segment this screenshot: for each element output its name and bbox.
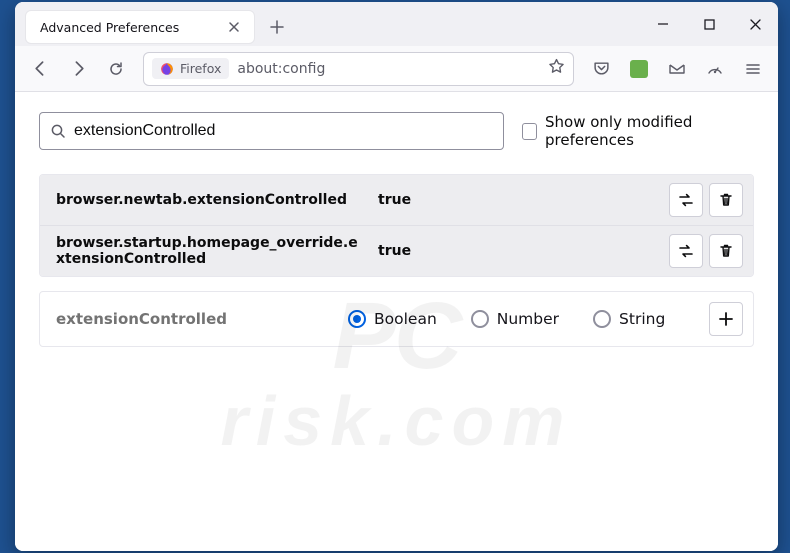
radio-label: Number bbox=[497, 310, 559, 328]
about-config-content: Show only modified preferences browser.n… bbox=[15, 92, 778, 551]
toggle-button[interactable] bbox=[669, 183, 703, 217]
radio-icon bbox=[348, 310, 366, 328]
tab-title: Advanced Preferences bbox=[40, 20, 216, 35]
search-row: Show only modified preferences bbox=[39, 112, 754, 150]
search-input-wrapper[interactable] bbox=[39, 112, 504, 150]
reload-button[interactable] bbox=[99, 52, 133, 86]
bookmark-star-icon[interactable] bbox=[548, 58, 565, 79]
search-input[interactable] bbox=[74, 122, 493, 140]
toggle-icon bbox=[677, 242, 695, 260]
radio-label: Boolean bbox=[374, 310, 437, 328]
checkbox-icon bbox=[522, 123, 537, 140]
add-pref-row: extensionControlled Boolean Number Strin… bbox=[39, 291, 754, 347]
toggle-icon bbox=[677, 191, 695, 209]
plus-icon bbox=[718, 311, 734, 327]
new-tab-button[interactable] bbox=[261, 11, 293, 43]
pocket-button[interactable] bbox=[584, 52, 618, 86]
modified-only-label: Show only modified preferences bbox=[545, 113, 754, 149]
extension-button[interactable] bbox=[622, 52, 656, 86]
close-tab-icon[interactable] bbox=[224, 17, 244, 37]
app-menu-button[interactable] bbox=[736, 52, 770, 86]
type-radio-group: Boolean Number String bbox=[348, 310, 697, 328]
back-button[interactable] bbox=[23, 52, 57, 86]
type-number-radio[interactable]: Number bbox=[471, 310, 559, 328]
forward-button[interactable] bbox=[61, 52, 95, 86]
maximize-button[interactable] bbox=[686, 4, 732, 44]
inbox-button[interactable] bbox=[660, 52, 694, 86]
add-pref-button[interactable] bbox=[709, 302, 743, 336]
toggle-button[interactable] bbox=[669, 234, 703, 268]
close-window-button[interactable] bbox=[732, 4, 778, 44]
modified-only-checkbox[interactable]: Show only modified preferences bbox=[522, 113, 754, 149]
url-text: about:config bbox=[237, 61, 540, 77]
pref-value: true bbox=[378, 192, 657, 208]
pref-list: browser.newtab.extensionControlled true … bbox=[39, 174, 754, 277]
dashboard-button[interactable] bbox=[698, 52, 732, 86]
pref-name: browser.newtab.extensionControlled bbox=[56, 192, 366, 208]
pref-row[interactable]: browser.startup.homepage_override.extens… bbox=[40, 225, 753, 276]
search-icon bbox=[50, 123, 66, 139]
radio-icon bbox=[593, 310, 611, 328]
minimize-button[interactable] bbox=[640, 4, 686, 44]
nav-toolbar: Firefox about:config bbox=[15, 46, 778, 92]
radio-label: String bbox=[619, 310, 665, 328]
type-string-radio[interactable]: String bbox=[593, 310, 665, 328]
pref-name: browser.startup.homepage_override.extens… bbox=[56, 235, 366, 267]
url-bar[interactable]: Firefox about:config bbox=[143, 52, 574, 86]
window-controls bbox=[640, 4, 778, 44]
extension-badge-icon bbox=[630, 60, 648, 78]
delete-button[interactable] bbox=[709, 234, 743, 268]
radio-icon bbox=[471, 310, 489, 328]
pref-row[interactable]: browser.newtab.extensionControlled true bbox=[40, 175, 753, 225]
trash-icon bbox=[718, 243, 734, 259]
titlebar: Advanced Preferences bbox=[15, 2, 778, 46]
identity-box[interactable]: Firefox bbox=[152, 58, 229, 79]
new-pref-name: extensionControlled bbox=[56, 310, 336, 328]
trash-icon bbox=[718, 192, 734, 208]
identity-label: Firefox bbox=[180, 61, 221, 76]
firefox-icon bbox=[160, 62, 174, 76]
delete-button[interactable] bbox=[709, 183, 743, 217]
browser-window: Advanced Preferences bbox=[15, 2, 778, 551]
type-boolean-radio[interactable]: Boolean bbox=[348, 310, 437, 328]
browser-tab[interactable]: Advanced Preferences bbox=[25, 10, 255, 44]
pref-value: true bbox=[378, 243, 657, 259]
